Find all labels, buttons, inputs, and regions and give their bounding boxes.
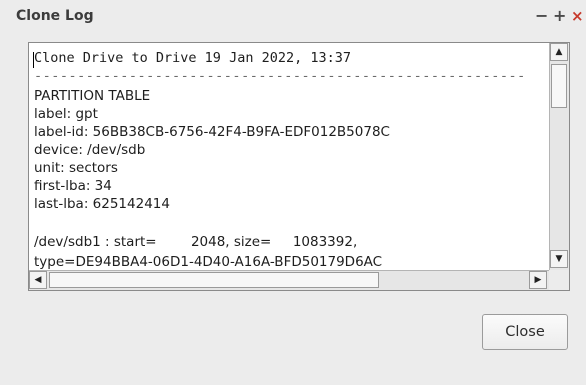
log-line: type=DE94BBA4-06D1-4D40-A16A-BFD50179D6A… — [34, 254, 383, 270]
log-line: last-lba: 625142414 — [34, 196, 170, 212]
title-bar[interactable]: Clone Log − + × — [0, 0, 586, 34]
scroll-right-arrow-icon[interactable]: ▶ — [529, 271, 547, 289]
clone-log-window: Clone Log − + × Clone Drive to Drive 19 … — [0, 0, 586, 385]
scroll-left-arrow-icon[interactable]: ◀ — [29, 271, 47, 289]
vertical-scrollbar[interactable]: ▲ ▼ — [549, 43, 569, 270]
horizontal-scrollbar[interactable]: ◀ ▶ — [29, 270, 549, 290]
log-text-area[interactable]: Clone Drive to Drive 19 Jan 2022, 13:37 … — [28, 42, 570, 291]
minimize-icon[interactable]: − — [535, 6, 548, 26]
log-line: unit: sectors — [34, 160, 118, 176]
log-line: label-id: 56BB38CB-6756-42F4-B9FA-EDF012… — [34, 124, 390, 140]
log-line: label: gpt — [34, 106, 98, 122]
log-line-separator: ----------------------------------------… — [34, 68, 526, 84]
scroll-down-arrow-icon[interactable]: ▼ — [550, 250, 568, 268]
maximize-icon[interactable]: + — [553, 6, 566, 26]
log-line: device: /dev/sdb — [34, 142, 146, 158]
log-content[interactable]: Clone Drive to Drive 19 Jan 2022, 13:37 … — [29, 43, 549, 270]
log-line: first-lba: 34 — [34, 178, 112, 194]
log-line: PARTITION TABLE — [34, 88, 151, 104]
close-icon[interactable]: × — [571, 6, 584, 26]
horizontal-scroll-thumb[interactable] — [49, 272, 379, 288]
vertical-scroll-thumb[interactable] — [551, 64, 567, 108]
scroll-up-arrow-icon[interactable]: ▲ — [550, 43, 568, 61]
log-line-header: Clone Drive to Drive 19 Jan 2022, 13:37 — [34, 50, 351, 66]
log-line: /dev/sdb1 : start= 2048, size= 1083392, — [34, 234, 358, 250]
close-button[interactable]: Close — [482, 314, 568, 350]
scrollbar-corner — [549, 270, 569, 290]
window-title: Clone Log — [16, 8, 94, 24]
